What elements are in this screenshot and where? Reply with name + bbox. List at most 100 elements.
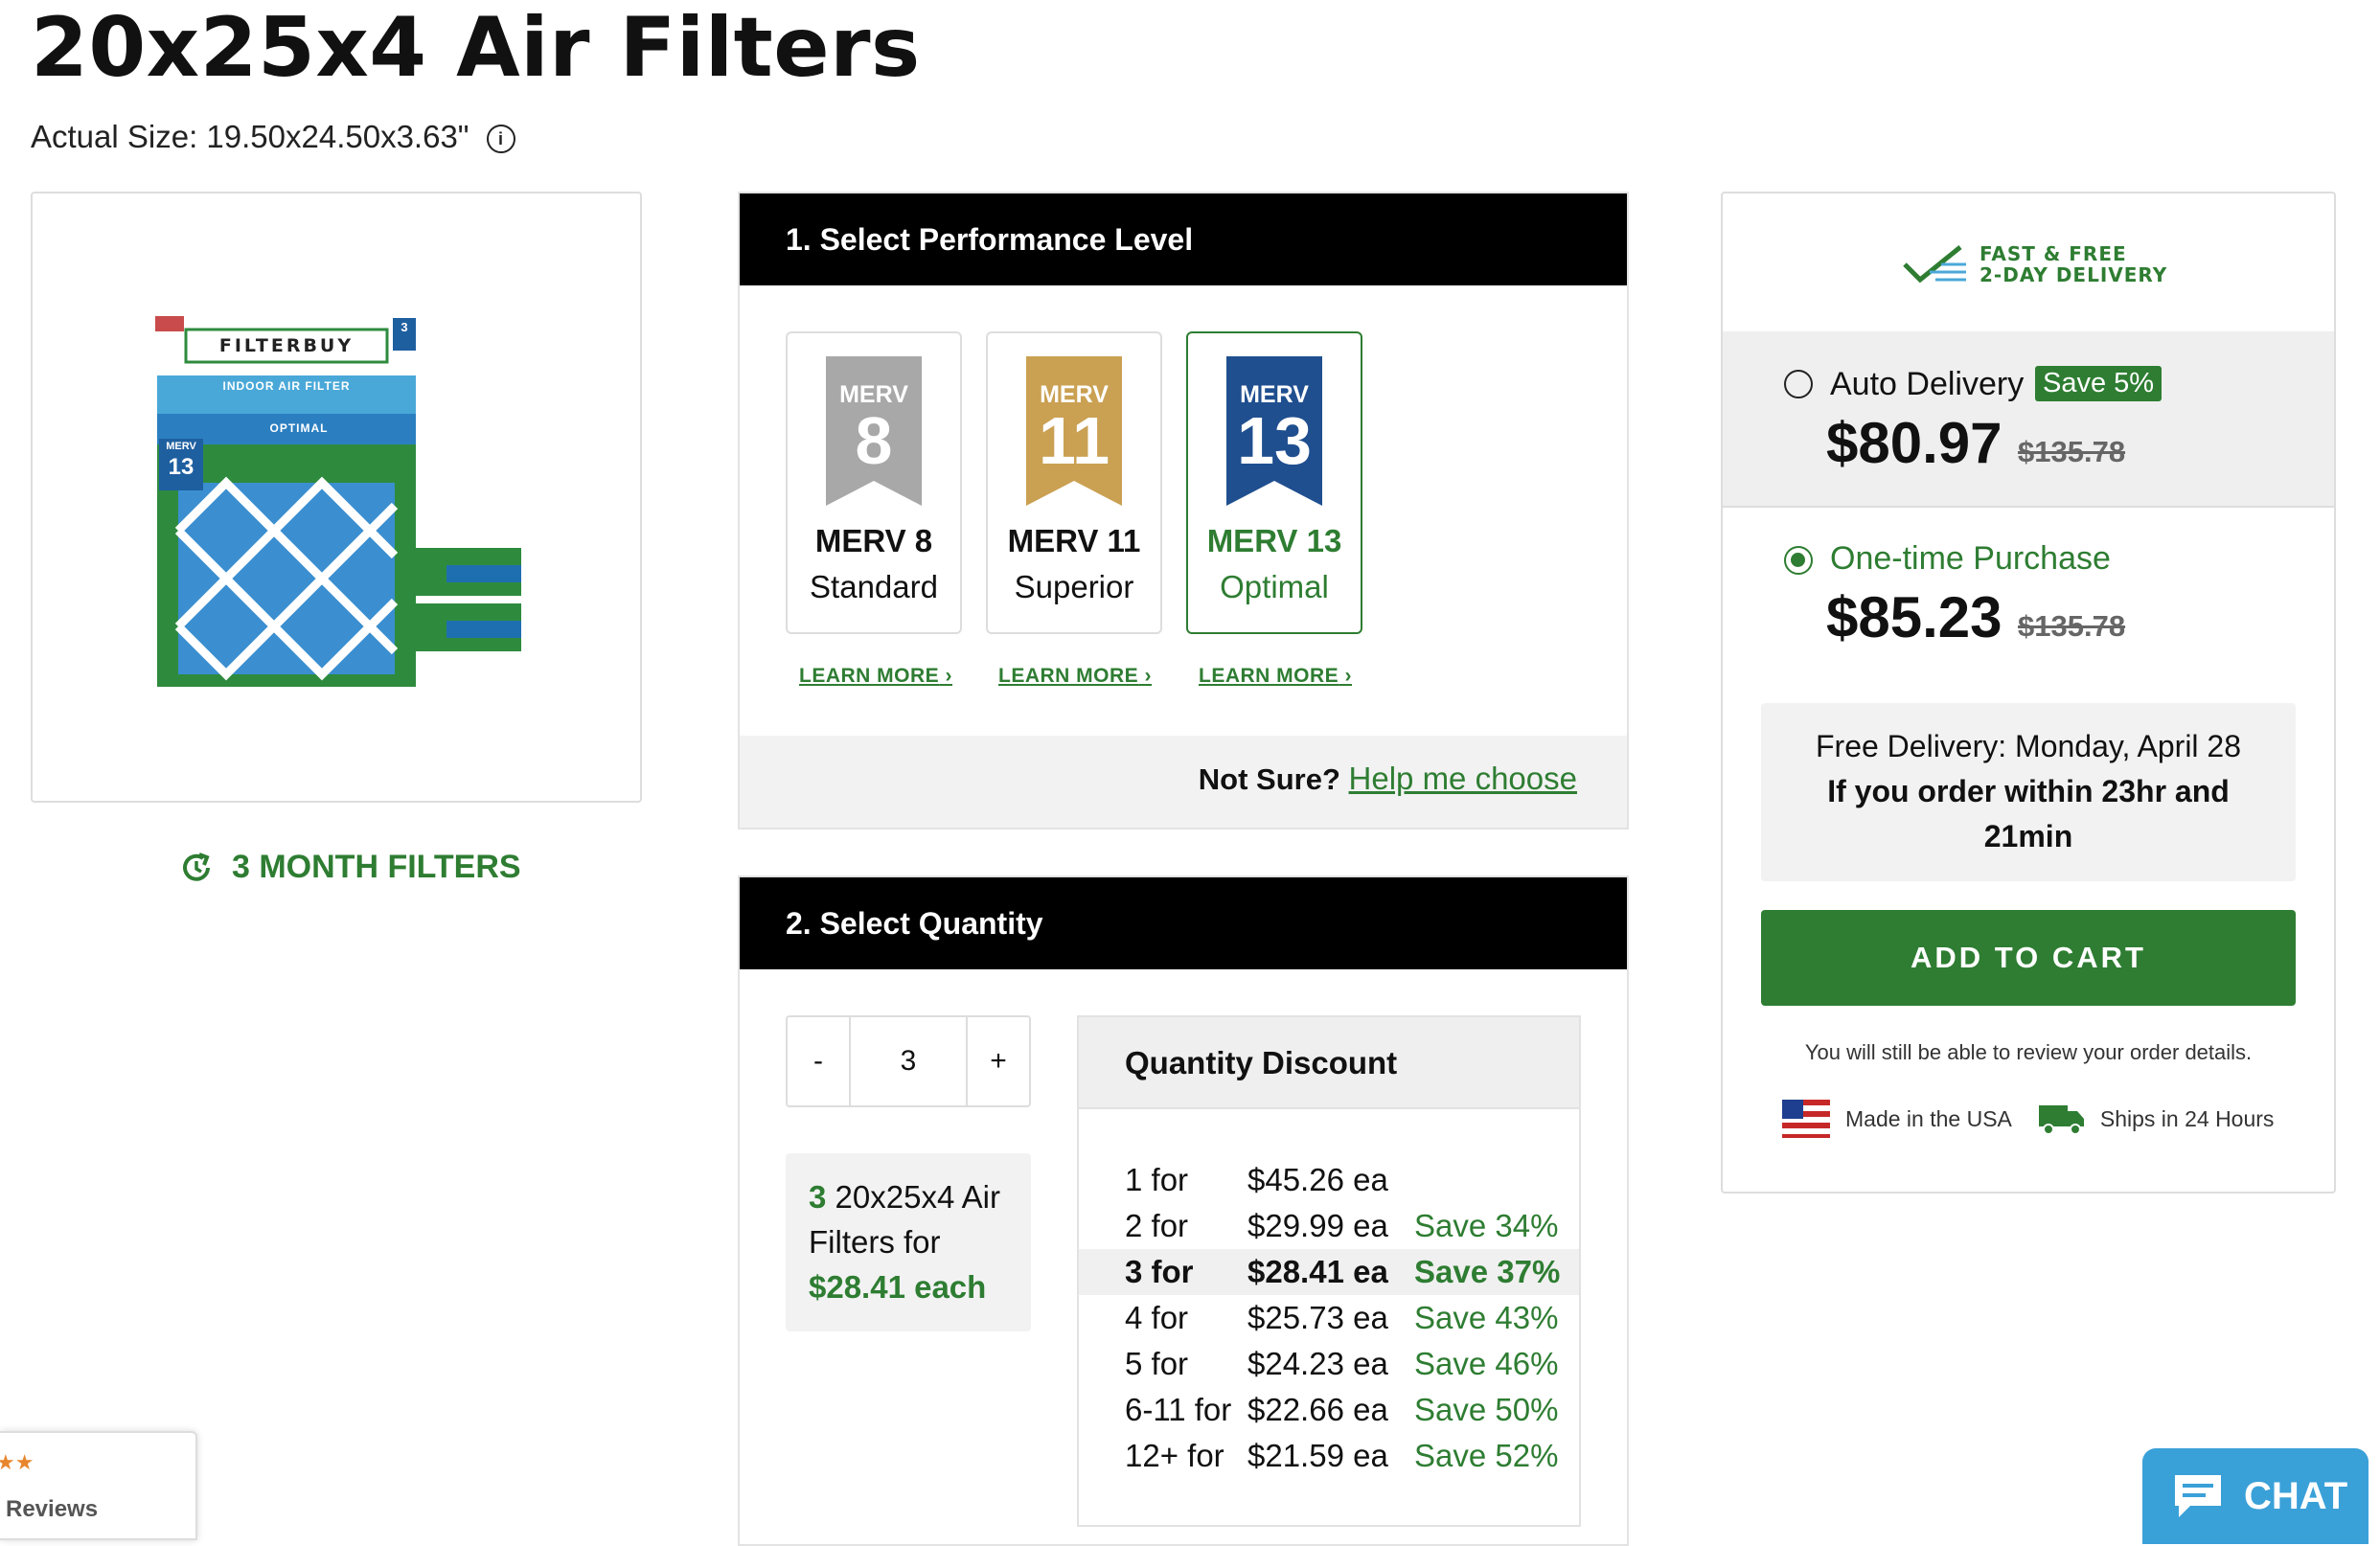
merv-11-sub: Superior bbox=[1014, 569, 1134, 604]
not-sure-label: Not Sure? bbox=[1198, 762, 1340, 796]
purchase-card: FAST & FREE 2-DAY DELIVERY Auto Delivery… bbox=[1721, 192, 2336, 1194]
discount-save: Save 50% bbox=[1414, 1392, 1559, 1427]
discount-qty: 4 for bbox=[1125, 1300, 1189, 1335]
discount-price: $22.66 ea bbox=[1247, 1392, 1388, 1427]
page-title: 20x25x4 Air Filters bbox=[31, 0, 921, 96]
discount-price: $24.23 ea bbox=[1247, 1346, 1388, 1381]
one-time-price: $85.23 bbox=[1826, 585, 2002, 649]
discount-row[interactable]: 1 for $45.26 ea bbox=[1079, 1157, 1579, 1203]
merv-11-badge-num: 11 bbox=[1039, 403, 1110, 478]
merv-13-name: MERV 13 bbox=[1206, 523, 1342, 558]
summary-text-2: Filters for bbox=[809, 1224, 941, 1260]
product-image-card: FILTERBUY 3 INDOOR AIR FILTER OPTIMAL ME… bbox=[31, 192, 642, 803]
merv-8-sub: Standard bbox=[810, 569, 938, 604]
discount-save: Save 43% bbox=[1414, 1300, 1559, 1335]
one-time-was-price: $135.78 bbox=[2018, 609, 2126, 643]
learn-more-merv-8-text: LEARN MORE bbox=[799, 665, 940, 687]
trust-badges: Made in the USA Ships in 24 Hours bbox=[1782, 1098, 2274, 1140]
merv-11-name: MERV 11 bbox=[1007, 523, 1141, 558]
discount-row[interactable]: 6-11 for $22.66 ea Save 50% bbox=[1079, 1387, 1579, 1433]
auto-delivery-price: $80.97 bbox=[1826, 411, 2002, 475]
ships-24-text: Ships in 24 Hours bbox=[2099, 1105, 2275, 1131]
learn-more-merv-13[interactable]: LEARN MORE › bbox=[1199, 665, 1352, 688]
summary-price: $28.41 each bbox=[809, 1269, 987, 1305]
one-time-radio[interactable] bbox=[1784, 546, 1813, 575]
discount-row[interactable]: 5 for $24.23 ea Save 46% bbox=[1079, 1341, 1579, 1387]
product-image bbox=[155, 316, 521, 687]
delivery-cutoff-1: If you order within 23hr and bbox=[1827, 774, 2230, 808]
discount-price: $45.26 ea bbox=[1247, 1162, 1388, 1197]
quantity-input[interactable]: 3 bbox=[851, 1017, 966, 1105]
delivery-info-box: Free Delivery: Monday, April 28 If you o… bbox=[1761, 703, 2296, 881]
merv-13-sub: Optimal bbox=[1220, 569, 1329, 604]
add-to-cart-button[interactable]: ADD TO CART bbox=[1761, 910, 2296, 1006]
discount-price: $21.59 ea bbox=[1247, 1438, 1388, 1473]
auto-delivery-option[interactable]: Auto Delivery Save 5% $80.97 $135.78 bbox=[1723, 331, 2334, 508]
actual-size: Actual Size: 19.50x24.50x3.63" i bbox=[31, 119, 515, 155]
summary-count: 3 bbox=[809, 1179, 827, 1215]
quantity-minus-button[interactable]: - bbox=[788, 1017, 851, 1105]
discount-qty: 1 for bbox=[1125, 1162, 1189, 1197]
quantity-stepper: - 3 + bbox=[786, 1015, 1031, 1107]
box-merv-number: 13 bbox=[168, 454, 195, 480]
reviews-label: Reviews bbox=[6, 1496, 99, 1522]
learn-more-merv-13-text: LEARN MORE bbox=[1199, 665, 1339, 687]
merv-13-option[interactable]: MERV 13 MERV 13 Optimal bbox=[1186, 331, 1362, 634]
chevron-right-icon: › bbox=[945, 665, 953, 687]
box-pack-count: 3 bbox=[400, 320, 408, 334]
discount-qty: 5 for bbox=[1125, 1346, 1189, 1381]
quantity-discount-table: 1 for $45.26 ea 2 for $29.99 ea Save 34%… bbox=[1077, 1109, 1581, 1527]
delivery-date: Free Delivery: Monday, April 28 bbox=[1815, 729, 2242, 763]
discount-save: Save 37% bbox=[1414, 1254, 1561, 1289]
discount-qty: 2 for bbox=[1125, 1208, 1189, 1243]
delivery-truck-icon bbox=[2038, 1105, 2084, 1135]
discount-price: $29.99 ea bbox=[1247, 1208, 1388, 1243]
quantity-summary: 3 20x25x4 Air Filters for $28.41 each bbox=[786, 1153, 1031, 1331]
quantity-heading: 2. Select Quantity bbox=[740, 877, 1627, 969]
discount-row[interactable]: 2 for $29.99 ea Save 34% bbox=[1079, 1203, 1579, 1249]
discount-qty: 12+ for bbox=[1125, 1438, 1224, 1473]
one-time-label: One-time Purchase bbox=[1830, 540, 2111, 577]
merv-13-badge-num: 13 bbox=[1237, 403, 1312, 478]
fast-delivery-text: FAST & FREE 2-DAY DELIVERY bbox=[1980, 243, 2167, 285]
discount-qty: 3 for bbox=[1125, 1254, 1194, 1289]
reviews-widget[interactable]: ★★ Reviews bbox=[0, 1431, 197, 1540]
fast-delivery-line-2: 2-DAY DELIVERY bbox=[1980, 263, 2168, 286]
fast-delivery-badge: FAST & FREE 2-DAY DELIVERY bbox=[1901, 243, 2167, 285]
discount-row-selected[interactable]: 3 for $28.41 ea Save 37% bbox=[1079, 1249, 1579, 1295]
box-brand: FILTERBUY bbox=[218, 335, 355, 356]
made-in-usa-text: Made in the USA bbox=[1845, 1105, 2012, 1131]
discount-row[interactable]: 12+ for $21.59 ea Save 52% bbox=[1079, 1433, 1579, 1479]
review-note: You will still be able to review your or… bbox=[1804, 1040, 2253, 1064]
discount-row[interactable]: 4 for $25.73 ea Save 43% bbox=[1079, 1295, 1579, 1341]
discount-price: $25.73 ea bbox=[1247, 1300, 1388, 1335]
box-level: OPTIMAL bbox=[269, 421, 329, 435]
chevron-right-icon: › bbox=[1144, 665, 1153, 687]
star-icon: ★★ bbox=[0, 1450, 34, 1474]
box-merv-label: MERV bbox=[166, 441, 196, 452]
merv-8-name: MERV 8 bbox=[814, 523, 933, 558]
discount-price: $28.41 ea bbox=[1247, 1254, 1388, 1289]
quantity-discount-heading: Quantity Discount bbox=[1077, 1015, 1581, 1109]
auto-delivery-radio[interactable] bbox=[1784, 370, 1813, 398]
box-line: INDOOR AIR FILTER bbox=[222, 379, 351, 393]
learn-more-merv-8[interactable]: LEARN MORE › bbox=[799, 665, 952, 688]
discount-save: Save 46% bbox=[1414, 1346, 1559, 1381]
learn-more-merv-11[interactable]: LEARN MORE › bbox=[998, 665, 1152, 688]
chat-label: CHAT bbox=[2244, 1474, 2348, 1517]
quantity-plus-button[interactable]: + bbox=[966, 1017, 1029, 1105]
delivery-cutoff-2: 21min bbox=[1983, 819, 2073, 853]
chat-button[interactable]: CHAT bbox=[2142, 1448, 2369, 1544]
filter-life-label: 3 MONTH FILTERS bbox=[232, 849, 521, 885]
merv-11-option[interactable]: MERV 11 MERV 11 Superior bbox=[986, 331, 1162, 634]
discount-qty: 6-11 for bbox=[1125, 1392, 1232, 1427]
help-choose-row: Not Sure? Help me choose bbox=[1199, 761, 1577, 797]
one-time-option[interactable]: One-time Purchase $85.23 $135.78 bbox=[1723, 506, 2334, 649]
info-icon[interactable]: i bbox=[486, 125, 515, 154]
auto-save-badge: Save 5% bbox=[2035, 366, 2163, 401]
help-me-choose-link[interactable]: Help me choose bbox=[1349, 761, 1577, 796]
filter-life: 3 MONTH FILTERS bbox=[178, 849, 521, 886]
summary-text-1: 20x25x4 Air bbox=[826, 1179, 1000, 1215]
discount-save: Save 34% bbox=[1414, 1208, 1559, 1243]
merv-8-option[interactable]: MERV 8 MERV 8 Standard bbox=[786, 331, 962, 634]
